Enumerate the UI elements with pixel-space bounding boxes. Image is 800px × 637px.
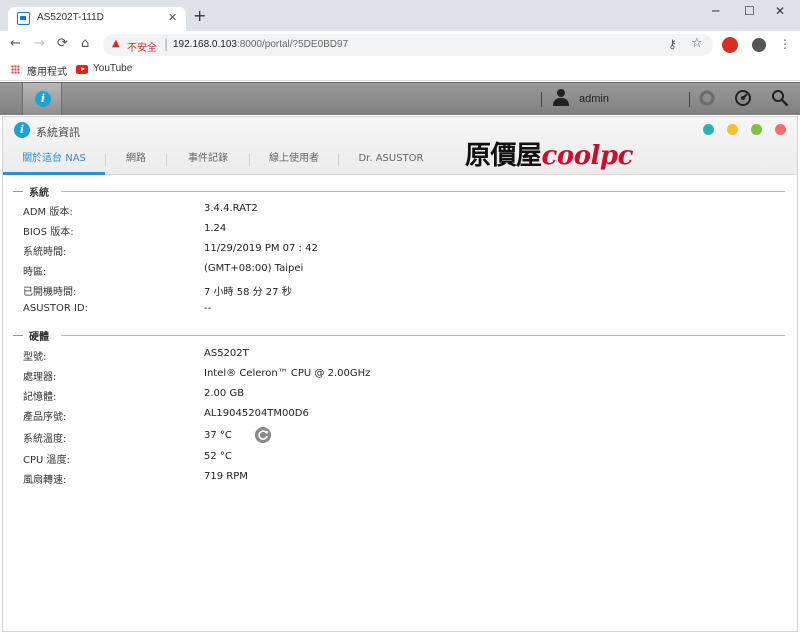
reload-button[interactable]: ⟳: [57, 37, 68, 51]
back-button[interactable]: ←: [10, 37, 21, 51]
asustor-favicon-icon: [17, 12, 30, 25]
info-app-icon: i: [35, 91, 51, 107]
home-button[interactable]: ⌂: [81, 37, 89, 51]
bookmark-youtube[interactable]: YouTube: [93, 63, 132, 74]
minimize-button[interactable]: ─: [712, 4, 719, 18]
bookmark-apps[interactable]: 應用程式: [27, 63, 67, 78]
username[interactable]: admin: [579, 93, 609, 105]
info-row: 風扇轉速: 719 RPM: [23, 471, 248, 486]
section-title: 系統: [29, 184, 53, 199]
window-title: 系統資訊: [36, 126, 80, 139]
info-row: 記憶體: 2.00 GB: [23, 388, 245, 403]
omnibox-separator: |: [164, 37, 169, 51]
menu-kebab-icon[interactable]: ⋮: [779, 37, 791, 51]
coolpc-watermark: 原價屋coolpc: [465, 141, 633, 171]
security-warning[interactable]: 不安全: [127, 39, 157, 54]
info-row: CPU 溫度: 52 °C: [23, 451, 232, 466]
taskbar-app-system-info[interactable]: i: [22, 83, 62, 115]
taskbar-divider: [689, 92, 690, 107]
maximize-button[interactable]: ☐: [744, 4, 755, 18]
tab-online-users[interactable]: 線上使用者: [250, 152, 338, 175]
window-maximize-dot[interactable]: [751, 124, 762, 135]
tab-network[interactable]: 網路: [106, 152, 166, 175]
extension-icon[interactable]: [722, 37, 738, 53]
apps-grid-icon: [11, 65, 20, 74]
forward-button[interactable]: →: [34, 37, 45, 51]
user-icon[interactable]: [552, 89, 569, 107]
info-row: 系統時間: 11/29/2019 PM 07 : 42: [23, 243, 318, 258]
close-window-button[interactable]: ✕: [775, 4, 785, 18]
info-window-icon: i: [14, 122, 30, 138]
bookmarks-bar: 應用程式 YouTube: [0, 59, 800, 81]
refresh-icon[interactable]: [255, 427, 271, 443]
browser-toolbar: ← → ⟳ ⌂ ▲ 不安全 | 192.168.0.103:8000/porta…: [0, 31, 800, 59]
info-row: 產品序號: AL19045204TM00D6: [23, 408, 309, 423]
adm-taskbar: i admin: [0, 82, 800, 115]
info-row: BIOS 版本: 1.24: [23, 223, 227, 238]
info-row: ADM 版本: 3.4.4.RAT2: [23, 203, 258, 218]
system-info-window: i 系統資訊 關於這台 NAS 網路 事件記錄 線上使用者 Dr. ASUSTO…: [2, 116, 798, 632]
youtube-icon: [76, 65, 88, 74]
section-title: 硬體: [29, 328, 53, 343]
section-hardware: 硬體: [13, 328, 785, 343]
window-help-dot[interactable]: [703, 124, 714, 135]
window-minimize-dot[interactable]: [727, 124, 738, 135]
profile-icon[interactable]: [752, 38, 766, 52]
info-row: 時區: (GMT+08:00) Taipei: [23, 263, 304, 278]
bookmark-star-icon[interactable]: ☆: [691, 36, 703, 51]
info-row: ASUSTOR ID: --: [23, 303, 212, 314]
tab-about-nas[interactable]: 關於這台 NAS: [3, 152, 105, 175]
address-bar[interactable]: ▲ 不安全 | 192.168.0.103:8000/portal/?5DE0B…: [103, 34, 713, 56]
warning-icon: ▲: [112, 38, 120, 49]
tab-close-icon[interactable]: ✕: [168, 11, 177, 24]
tab-event-log[interactable]: 事件記錄: [167, 152, 249, 175]
window-close-dot[interactable]: [775, 124, 786, 135]
info-row: 處理器: Intel® Celeron™ CPU @ 2.00GHz: [23, 368, 371, 383]
taskbar-divider: [541, 92, 542, 107]
browser-tab[interactable]: AS5202T-111D ✕: [8, 7, 186, 31]
search-icon[interactable]: [771, 89, 789, 107]
window-header: i 系統資訊 關於這台 NAS 網路 事件記錄 線上使用者 Dr. ASUSTO…: [3, 117, 797, 175]
info-row: 型號: AS5202T: [23, 348, 249, 363]
section-system: 系統: [13, 184, 785, 199]
key-icon[interactable]: ⚷: [668, 37, 677, 51]
browser-tab-strip: AS5202T-111D ✕ + ─ ☐ ✕: [0, 0, 800, 31]
info-row: 已開機時間: 7 小時 58 分 27 秒: [23, 287, 292, 298]
info-row: 系統溫度: 37 °C: [23, 427, 783, 446]
tab-dr-asustor[interactable]: Dr. ASUSTOR: [339, 152, 443, 175]
new-tab-button[interactable]: +: [193, 8, 206, 24]
browser-tab-title: AS5202T-111D: [37, 12, 104, 23]
url-text[interactable]: 192.168.0.103:8000/portal/?5DE0BD97: [173, 39, 348, 50]
dashboard-icon[interactable]: [734, 89, 752, 107]
notification-icon[interactable]: [698, 89, 716, 107]
